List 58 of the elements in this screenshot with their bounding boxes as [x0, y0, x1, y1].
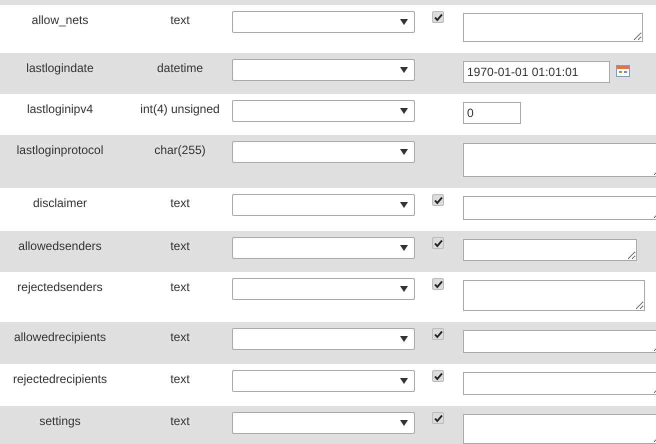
column-type: text — [170, 239, 190, 253]
column-type: datetime — [156, 61, 204, 75]
function-select[interactable] — [232, 11, 415, 33]
column-name: allowedsenders — [18, 239, 102, 253]
column-type: text — [170, 13, 190, 27]
column-name: lastloginipv4 — [26, 102, 94, 116]
caret-icon — [400, 378, 408, 384]
value-textarea[interactable] — [463, 414, 656, 444]
column-type: text — [170, 372, 190, 386]
column-name: lastloginprotocol — [16, 143, 104, 157]
caret-icon — [400, 286, 408, 292]
caret-icon — [400, 67, 408, 73]
column-type: char(255) — [154, 143, 206, 157]
calendar-icon[interactable] — [616, 65, 630, 77]
datetime-field[interactable]: 1970-01-01 01:01:01 — [463, 61, 610, 83]
function-select[interactable] — [232, 141, 415, 163]
function-select[interactable] — [232, 59, 415, 81]
value-textarea[interactable] — [463, 330, 656, 353]
column-name: lastlogindate — [26, 61, 94, 75]
caret-icon — [400, 245, 408, 251]
null-checkbox[interactable] — [432, 237, 444, 249]
caret-icon — [400, 202, 408, 208]
caret-icon — [400, 108, 408, 114]
function-select[interactable] — [232, 370, 415, 392]
function-select[interactable] — [232, 194, 415, 216]
column-type: text — [170, 196, 190, 210]
null-checkbox[interactable] — [432, 412, 444, 424]
function-select[interactable] — [232, 328, 415, 350]
null-checkbox[interactable] — [432, 328, 444, 340]
null-checkbox[interactable] — [432, 194, 444, 206]
column-type: int(4) unsigned — [140, 102, 220, 116]
column-type: text — [170, 280, 190, 294]
value-textarea[interactable] — [463, 280, 645, 311]
caret-icon — [400, 420, 408, 426]
value-textarea[interactable] — [463, 372, 656, 395]
column-name: settings — [39, 414, 81, 428]
caret-icon — [400, 149, 408, 155]
column-name: rejectedsenders — [17, 280, 103, 294]
null-checkbox[interactable] — [432, 278, 444, 290]
function-select[interactable] — [232, 100, 415, 122]
function-select[interactable] — [232, 278, 415, 300]
value-textarea[interactable] — [463, 196, 656, 220]
caret-icon — [400, 336, 408, 342]
column-name: rejectedrecipients — [12, 372, 108, 386]
function-select[interactable] — [232, 237, 415, 259]
value-textarea[interactable] — [463, 13, 643, 42]
column-type: text — [170, 330, 190, 344]
column-type: text — [170, 414, 190, 428]
value-textarea[interactable] — [463, 239, 637, 261]
null-checkbox[interactable] — [432, 370, 444, 382]
column-name: allowedrecipients — [14, 330, 106, 344]
column-name: allow_nets — [32, 13, 88, 27]
value-textarea[interactable] — [463, 143, 656, 177]
value-field[interactable]: 0 — [463, 102, 521, 124]
function-select[interactable] — [232, 412, 415, 434]
null-checkbox[interactable] — [432, 11, 444, 23]
caret-icon — [400, 19, 408, 25]
column-name: disclaimer — [32, 196, 87, 210]
